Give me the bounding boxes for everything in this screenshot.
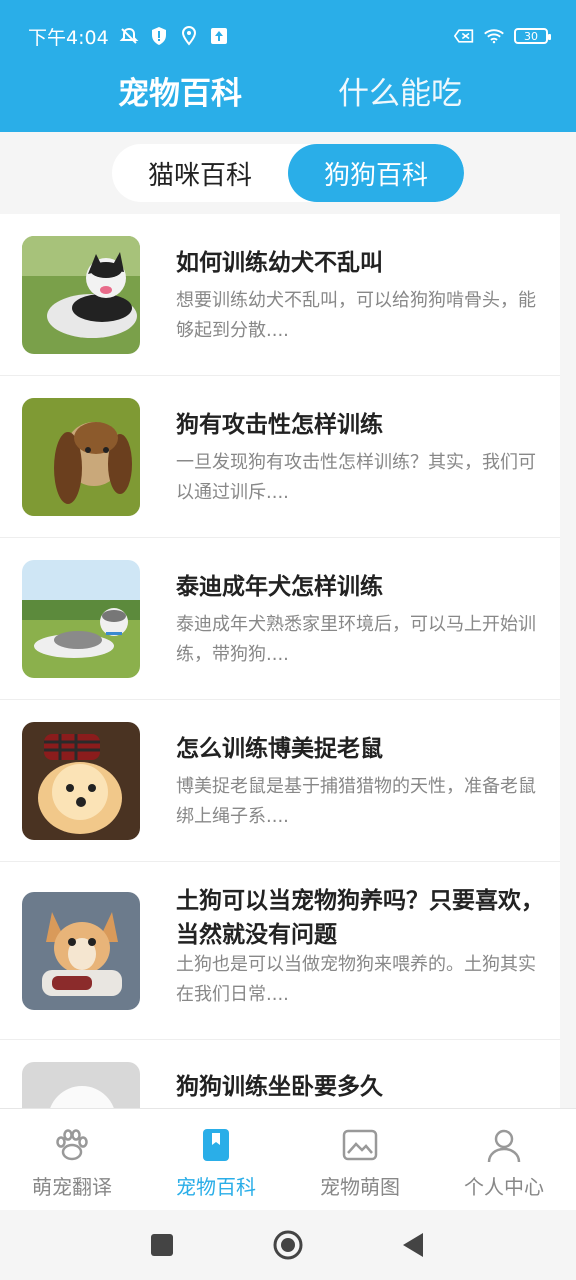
segment-dog-encyclopedia[interactable]: 狗狗百科: [288, 144, 464, 202]
nav-label: 宠物萌图: [320, 1175, 400, 1199]
paw-icon: [52, 1125, 92, 1165]
app-root: 下午4:04 30 宠物百科 什么能吃 猫咪百科 狗狗百科 如何训练幼犬不乱叫 …: [0, 0, 576, 1280]
article-description: 一旦发现狗有攻击性怎样训练？其实，我们可以通过训斥....: [176, 452, 536, 503]
nav-item-pet-translate[interactable]: 萌宠翻译: [0, 1121, 144, 1201]
wifi-icon: [484, 26, 504, 46]
nav-item-pet-encyclopedia[interactable]: 宠物百科: [144, 1121, 288, 1201]
nav-label: 萌宠翻译: [32, 1175, 112, 1199]
article-description: 土狗也是可以当做宠物狗来喂养的。土狗其实在我们日常....: [176, 954, 536, 1005]
recent-apps-button[interactable]: [145, 1228, 179, 1262]
shield-icon: [149, 26, 169, 46]
nav-item-personal-center[interactable]: 个人中心: [432, 1121, 576, 1201]
basset-hound-thumbnail: [22, 398, 140, 516]
article-title: 泰迪成年犬怎样训练: [176, 574, 383, 600]
nav-label: 个人中心: [464, 1175, 544, 1199]
chihuahua-thumbnail: [22, 892, 140, 1010]
article-list: 如何训练幼犬不乱叫 想要训练幼犬不乱叫，可以给狗狗啃骨头，能够起到分散.... …: [0, 214, 560, 1110]
top-tabs: 宠物百科 什么能吃: [0, 68, 576, 114]
picture-icon: [340, 1125, 380, 1165]
list-item[interactable]: 狗狗训练坐卧要多久: [0, 1040, 560, 1110]
article-title: 如何训练幼犬不乱叫: [176, 250, 383, 276]
husky-thumbnail: [22, 236, 140, 354]
status-bar: 下午4:04 30: [28, 22, 551, 50]
status-time: 下午4:04: [28, 26, 109, 49]
list-item[interactable]: 怎么训练博美捉老鼠 博美捉老鼠是基于捕猎猎物的天性，准备老鼠绑上绳子系....: [0, 700, 560, 862]
article-title: 狗有攻击性怎样训练: [176, 412, 383, 438]
upload-app-icon: [209, 26, 229, 46]
tab-what-can-eat[interactable]: 什么能吃: [338, 68, 462, 113]
article-title: 土狗可以当宠物狗养吗？只要喜欢，当然就没有问题: [176, 888, 544, 948]
article-description: 想要训练幼犬不乱叫，可以给狗狗啃骨头，能够起到分散....: [176, 290, 536, 341]
bottom-navigation: 萌宠翻译 宠物百科 宠物萌图 个人中心: [0, 1108, 576, 1210]
list-item[interactable]: 如何训练幼犬不乱叫 想要训练幼犬不乱叫，可以给狗狗啃骨头，能够起到分散....: [0, 214, 560, 376]
segment-cat-encyclopedia[interactable]: 猫咪百科: [112, 144, 288, 202]
person-icon: [484, 1125, 524, 1165]
sim-off-icon: [454, 26, 474, 46]
app-header: 下午4:04 30 宠物百科 什么能吃: [0, 0, 576, 132]
article-description: 博美捉老鼠是基于捕猎猎物的天性，准备老鼠绑上绳子系....: [176, 776, 536, 827]
nav-label: 宠物百科: [176, 1175, 256, 1199]
system-navigation-bar: [0, 1210, 576, 1280]
bookmark-book-icon: [196, 1125, 236, 1165]
list-item[interactable]: 泰迪成年犬怎样训练 泰迪成年犬熟悉家里环境后，可以马上开始训练，带狗狗....: [0, 538, 560, 700]
home-button[interactable]: [271, 1228, 305, 1262]
category-segment: 猫咪百科 狗狗百科: [112, 144, 464, 202]
nav-item-pet-pictures[interactable]: 宠物萌图: [288, 1121, 432, 1201]
battery-indicator: 30: [514, 28, 551, 44]
list-item[interactable]: 土狗可以当宠物狗养吗？只要喜欢，当然就没有问题 土狗也是可以当做宠物狗来喂养的。…: [0, 862, 560, 1040]
notification-muted-icon: [119, 26, 139, 46]
article-title: 怎么训练博美捉老鼠: [176, 736, 383, 762]
article-description: 泰迪成年犬熟悉家里环境后，可以马上开始训练，带狗狗....: [176, 614, 536, 665]
article-title: 狗狗训练坐卧要多久: [176, 1074, 383, 1100]
location-icon: [179, 26, 199, 46]
tab-pet-encyclopedia[interactable]: 宠物百科: [118, 68, 242, 113]
husky-lying-thumbnail: [22, 560, 140, 678]
list-item[interactable]: 狗有攻击性怎样训练 一旦发现狗有攻击性怎样训练？其实，我们可以通过训斥....: [0, 376, 560, 538]
bichon-thumbnail: [22, 1062, 140, 1110]
back-button[interactable]: [397, 1228, 431, 1262]
pomeranian-thumbnail: [22, 722, 140, 840]
